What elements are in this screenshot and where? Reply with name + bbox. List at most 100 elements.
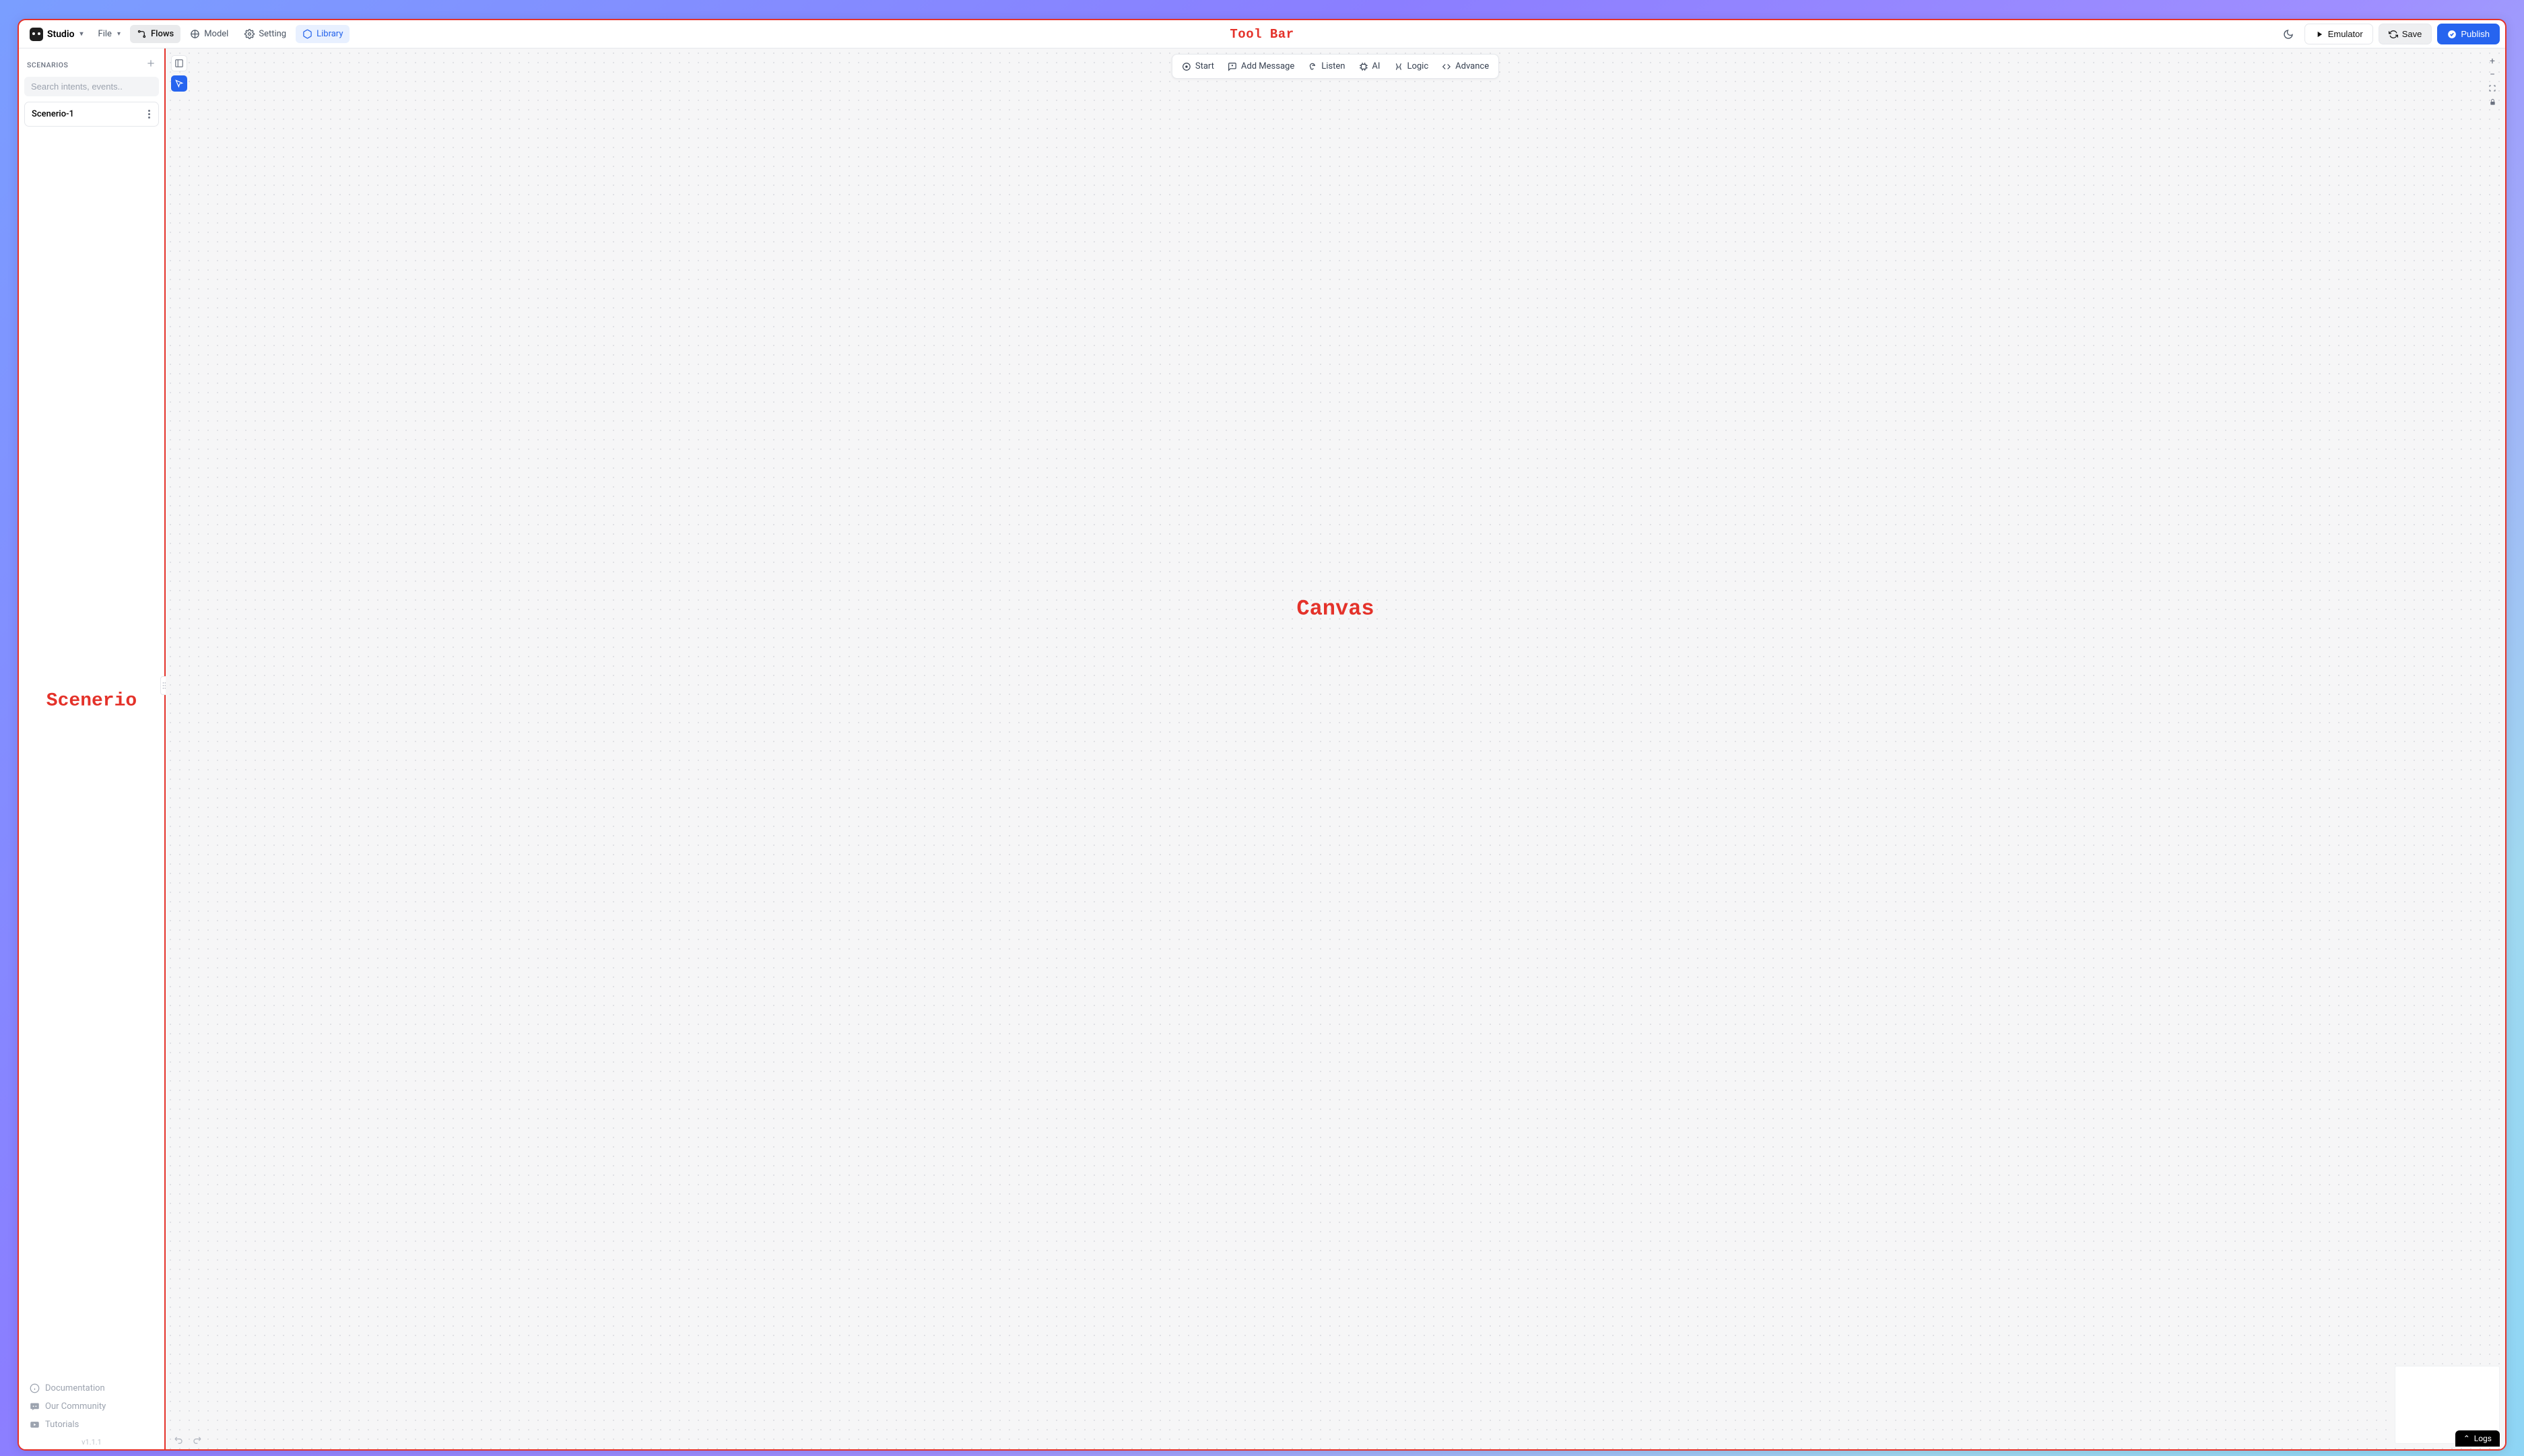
tab-setting[interactable]: Setting (238, 25, 293, 43)
start-icon (1182, 62, 1191, 71)
toolbar-right: Emulator Save Publish (2278, 24, 2500, 45)
dot-icon (148, 113, 150, 115)
save-label: Save (2402, 29, 2422, 39)
node-advance-label: Advance (1455, 61, 1489, 71)
node-logic[interactable]: x Logic (1387, 57, 1435, 75)
community-link[interactable]: Our Community (27, 1397, 156, 1416)
minus-icon: − (2490, 69, 2495, 80)
discord-icon (30, 1401, 40, 1412)
cursor-tool-button[interactable] (171, 75, 187, 92)
refresh-icon (2389, 30, 2398, 39)
sidebar-annotation: Scenerio (46, 690, 137, 711)
cursor-icon (174, 79, 184, 88)
node-toolbar: Start Add Message Listen AI x Logic (1172, 54, 1499, 79)
message-icon (1228, 62, 1237, 71)
node-advance[interactable]: Advance (1435, 57, 1496, 75)
sidebar: SCENARIOS Scenerio-1 Scenerio (19, 48, 166, 1449)
fit-view-button[interactable] (2485, 82, 2500, 94)
node-add-message[interactable]: Add Message (1221, 57, 1301, 75)
panel-icon (174, 59, 184, 68)
emulator-button[interactable]: Emulator (2304, 24, 2373, 44)
brand-name: Studio (47, 29, 75, 40)
documentation-label: Documentation (45, 1383, 105, 1393)
tab-model[interactable]: Model (183, 25, 235, 43)
logic-icon: x (1393, 62, 1403, 71)
scenario-menu-button[interactable] (147, 108, 152, 120)
brand-menu[interactable]: Studio ▾ (24, 25, 89, 44)
node-start[interactable]: Start (1175, 57, 1221, 75)
tab-library[interactable]: Library (296, 25, 350, 43)
documentation-link[interactable]: Documentation (27, 1379, 156, 1397)
tab-flows[interactable]: Flows (130, 25, 180, 43)
version-label: v1.1.1 (19, 1436, 164, 1449)
panel-toggle-button[interactable] (171, 55, 187, 71)
sidebar-spacer: Scenerio (19, 127, 164, 1375)
undo-redo-controls (174, 1434, 202, 1445)
canvas[interactable] (166, 48, 2505, 1449)
community-label: Our Community (45, 1401, 106, 1412)
theme-toggle[interactable] (2278, 24, 2299, 45)
undo-button[interactable] (174, 1434, 185, 1445)
node-add-message-label: Add Message (1241, 61, 1294, 71)
code-icon (1442, 62, 1451, 71)
sidebar-footer: Documentation Our Community Tutorials (19, 1375, 164, 1436)
tab-setting-label: Setting (259, 29, 286, 39)
toolbar-left: Studio ▾ File ▾ Flows Model Setting Li (24, 25, 350, 44)
check-circle-icon (2447, 30, 2457, 39)
toolbar-annotation: Tool Bar (1230, 27, 1294, 42)
plus-icon (145, 58, 156, 69)
scenario-name: Scenerio-1 (32, 109, 74, 119)
zoom-out-button[interactable]: − (2485, 69, 2500, 81)
sidebar-title: SCENARIOS (27, 61, 68, 69)
tab-flows-label: Flows (151, 29, 174, 39)
node-listen-label: Listen (1321, 61, 1345, 71)
chevron-up-icon: ⌃ (2463, 1434, 2470, 1443)
scenario-item[interactable]: Scenerio-1 (24, 102, 159, 127)
node-ai[interactable]: AI (1352, 57, 1387, 75)
expand-icon (2488, 84, 2496, 92)
toolbar: Studio ▾ File ▾ Flows Model Setting Li (19, 20, 2505, 48)
gear-icon (244, 29, 255, 39)
zoom-controls: + − (2485, 55, 2500, 108)
tutorials-label: Tutorials (45, 1420, 79, 1430)
sidebar-header: SCENARIOS (19, 48, 164, 77)
redo-button[interactable] (191, 1434, 202, 1445)
body: SCENARIOS Scenerio-1 Scenerio (19, 48, 2505, 1449)
logs-label: Logs (2474, 1434, 2492, 1443)
node-listen[interactable]: Listen (1301, 57, 1352, 75)
chevron-down-icon: ▾ (117, 30, 121, 38)
info-icon (30, 1383, 40, 1393)
plus-icon: + (2490, 56, 2495, 67)
lock-icon (2489, 98, 2496, 106)
chevron-down-icon: ▾ (80, 30, 84, 38)
svg-text:x: x (1397, 65, 1399, 69)
publish-button[interactable]: Publish (2437, 24, 2500, 44)
ai-icon (1358, 62, 1368, 71)
search-input[interactable] (24, 77, 159, 96)
brand-logo-icon (30, 28, 43, 41)
library-icon (302, 29, 312, 39)
flows-icon (137, 29, 147, 39)
emulator-label: Emulator (2328, 29, 2363, 39)
node-ai-label: AI (1372, 61, 1380, 71)
logs-panel-toggle[interactable]: ⌃ Logs (2455, 1430, 2500, 1447)
node-logic-label: Logic (1407, 61, 1428, 71)
file-menu[interactable]: File ▾ (92, 25, 127, 43)
model-icon (190, 29, 200, 39)
youtube-icon (30, 1420, 40, 1430)
tutorials-link[interactable]: Tutorials (27, 1416, 156, 1434)
moon-icon (2283, 29, 2294, 40)
zoom-in-button[interactable]: + (2485, 55, 2500, 67)
node-start-label: Start (1195, 61, 1214, 71)
dot-icon (148, 117, 150, 119)
tab-library-label: Library (317, 29, 343, 39)
app-window: Studio ▾ File ▾ Flows Model Setting Li (18, 19, 2506, 1451)
publish-label: Publish (2461, 29, 2490, 39)
save-button[interactable]: Save (2379, 24, 2432, 44)
canvas-area: Start Add Message Listen AI x Logic (166, 48, 2505, 1449)
file-label: File (98, 29, 112, 39)
play-icon (2315, 30, 2324, 39)
lock-view-button[interactable] (2485, 96, 2500, 108)
add-scenario-button[interactable] (145, 58, 156, 71)
dot-icon (148, 110, 150, 112)
